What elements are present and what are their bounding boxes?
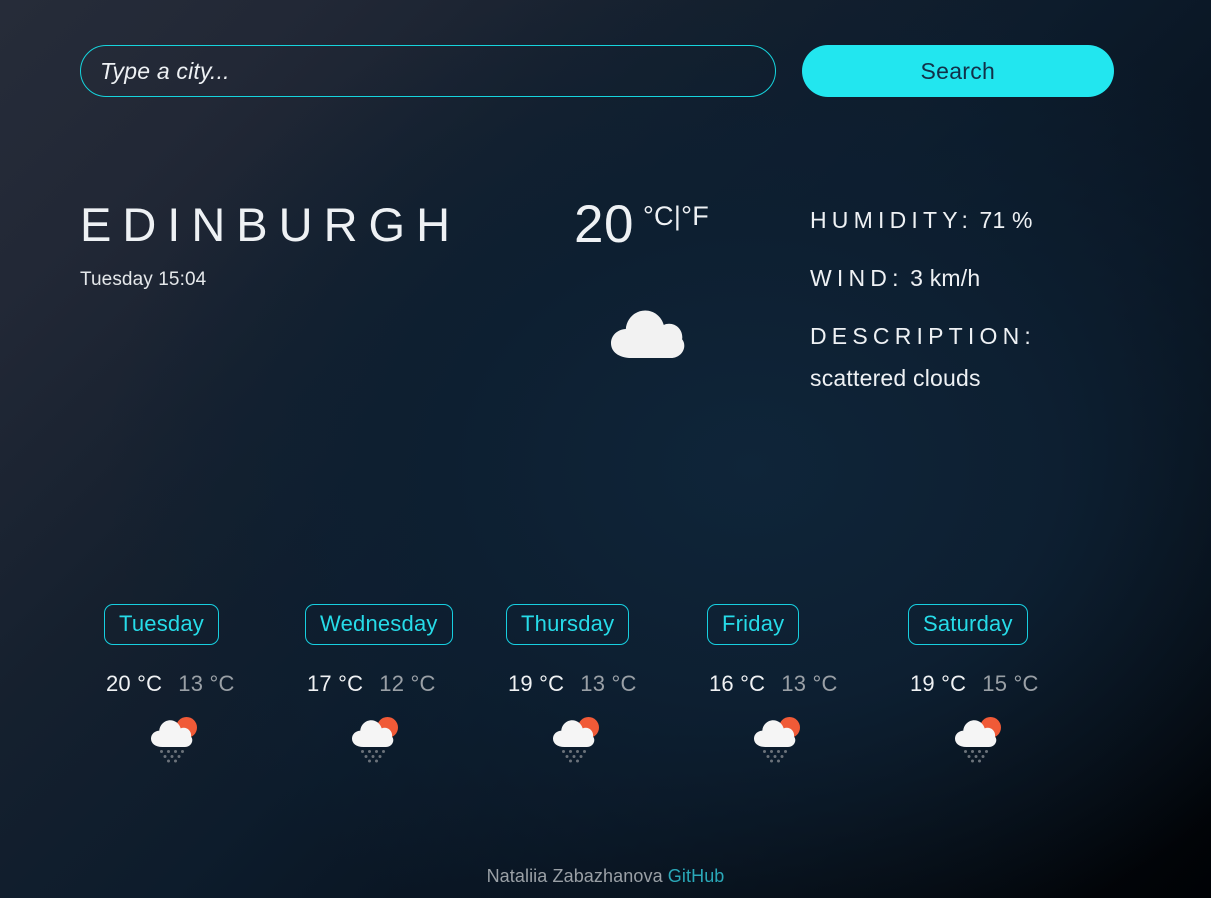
footer: Nataliia Zabazhanova GitHub bbox=[0, 866, 1211, 887]
forecast-temp-max: 17 °C bbox=[307, 670, 364, 696]
humidity-label: HUMIDITY: bbox=[810, 207, 974, 233]
current-weather: EDINBURGH Tuesday 15:04 20 °C|°F HUMIDIT… bbox=[80, 195, 1120, 460]
forecast-day-button[interactable]: Tuesday bbox=[104, 604, 219, 645]
wind-label: WIND: bbox=[810, 264, 904, 291]
forecast-temp-max: 19 °C bbox=[910, 670, 967, 696]
footer-author: Nataliia Zabazhanova bbox=[486, 866, 663, 886]
humidity-value: 71 % bbox=[979, 207, 1033, 233]
current-datetime: Tuesday 15:04 bbox=[80, 269, 207, 291]
search-input[interactable] bbox=[80, 45, 776, 97]
forecast-day-button[interactable]: Wednesday bbox=[305, 604, 453, 645]
forecast-temp-min: 12 °C bbox=[379, 670, 436, 696]
forecast-temps: 19 °C 13 °C bbox=[506, 671, 637, 697]
weather-app: Search EDINBURGH Tuesday 15:04 20 °C|°F … bbox=[0, 0, 1211, 898]
humidity-line: HUMIDITY: 71 % bbox=[810, 206, 1120, 235]
conditions-info: HUMIDITY: 71 % WIND: 3 km/h DESCRIPTION:… bbox=[810, 206, 1120, 393]
forecast-temp-min: 15 °C bbox=[982, 670, 1039, 696]
city-name: EDINBURGH bbox=[80, 198, 462, 251]
temperature-row: 20 °C|°F bbox=[574, 195, 834, 254]
forecast-temps: 19 °C 15 °C bbox=[908, 671, 1039, 697]
description-value: scattered clouds bbox=[810, 365, 981, 392]
current-temperature: 20 bbox=[574, 195, 634, 254]
description-line: DESCRIPTION: scattered clouds bbox=[810, 322, 1120, 394]
forecast-row: Tuesday 20 °C 13 °C Wednesday 17 °C 12 °… bbox=[104, 604, 1111, 763]
city-block: EDINBURGH Tuesday 15:04 bbox=[80, 200, 550, 291]
forecast-temp-max: 16 °C bbox=[709, 670, 766, 696]
forecast-day-1: Wednesday 17 °C 12 °C bbox=[305, 604, 506, 763]
sun-cloud-drizzle-icon bbox=[548, 715, 604, 763]
forecast-temps: 17 °C 12 °C bbox=[305, 671, 436, 697]
unit-toggle[interactable]: °C|°F bbox=[643, 203, 709, 230]
temperature-block: 20 °C|°F bbox=[574, 195, 834, 358]
sun-cloud-drizzle-icon bbox=[347, 715, 403, 763]
forecast-day-button[interactable]: Saturday bbox=[908, 604, 1028, 645]
sun-cloud-drizzle-icon bbox=[749, 715, 805, 763]
forecast-day-button[interactable]: Thursday bbox=[506, 604, 630, 645]
wind-line: WIND: 3 km/h bbox=[810, 264, 1120, 293]
forecast-day-0: Tuesday 20 °C 13 °C bbox=[104, 604, 305, 763]
forecast-temps: 16 °C 13 °C bbox=[707, 671, 838, 697]
forecast-temp-min: 13 °C bbox=[580, 670, 637, 696]
forecast-day-2: Thursday 19 °C 13 °C bbox=[506, 604, 707, 763]
forecast-temp-min: 13 °C bbox=[781, 670, 838, 696]
forecast-temp-max: 19 °C bbox=[508, 670, 565, 696]
forecast-temps: 20 °C 13 °C bbox=[104, 671, 235, 697]
description-label: DESCRIPTION: bbox=[810, 322, 1036, 349]
github-link[interactable]: GitHub bbox=[668, 866, 725, 886]
cloud-icon bbox=[608, 306, 686, 360]
wind-value: 3 km/h bbox=[910, 264, 981, 291]
search-bar: Search bbox=[80, 45, 1114, 97]
search-button[interactable]: Search bbox=[801, 45, 1114, 97]
forecast-day-button[interactable]: Friday bbox=[707, 604, 800, 645]
forecast-temp-min: 13 °C bbox=[178, 670, 235, 696]
forecast-day-3: Friday 16 °C 13 °C bbox=[707, 604, 908, 763]
forecast-temp-max: 20 °C bbox=[106, 670, 163, 696]
forecast-day-4: Saturday 19 °C 15 °C bbox=[908, 604, 1109, 763]
sun-cloud-drizzle-icon bbox=[950, 715, 1006, 763]
sun-cloud-drizzle-icon bbox=[146, 715, 202, 763]
